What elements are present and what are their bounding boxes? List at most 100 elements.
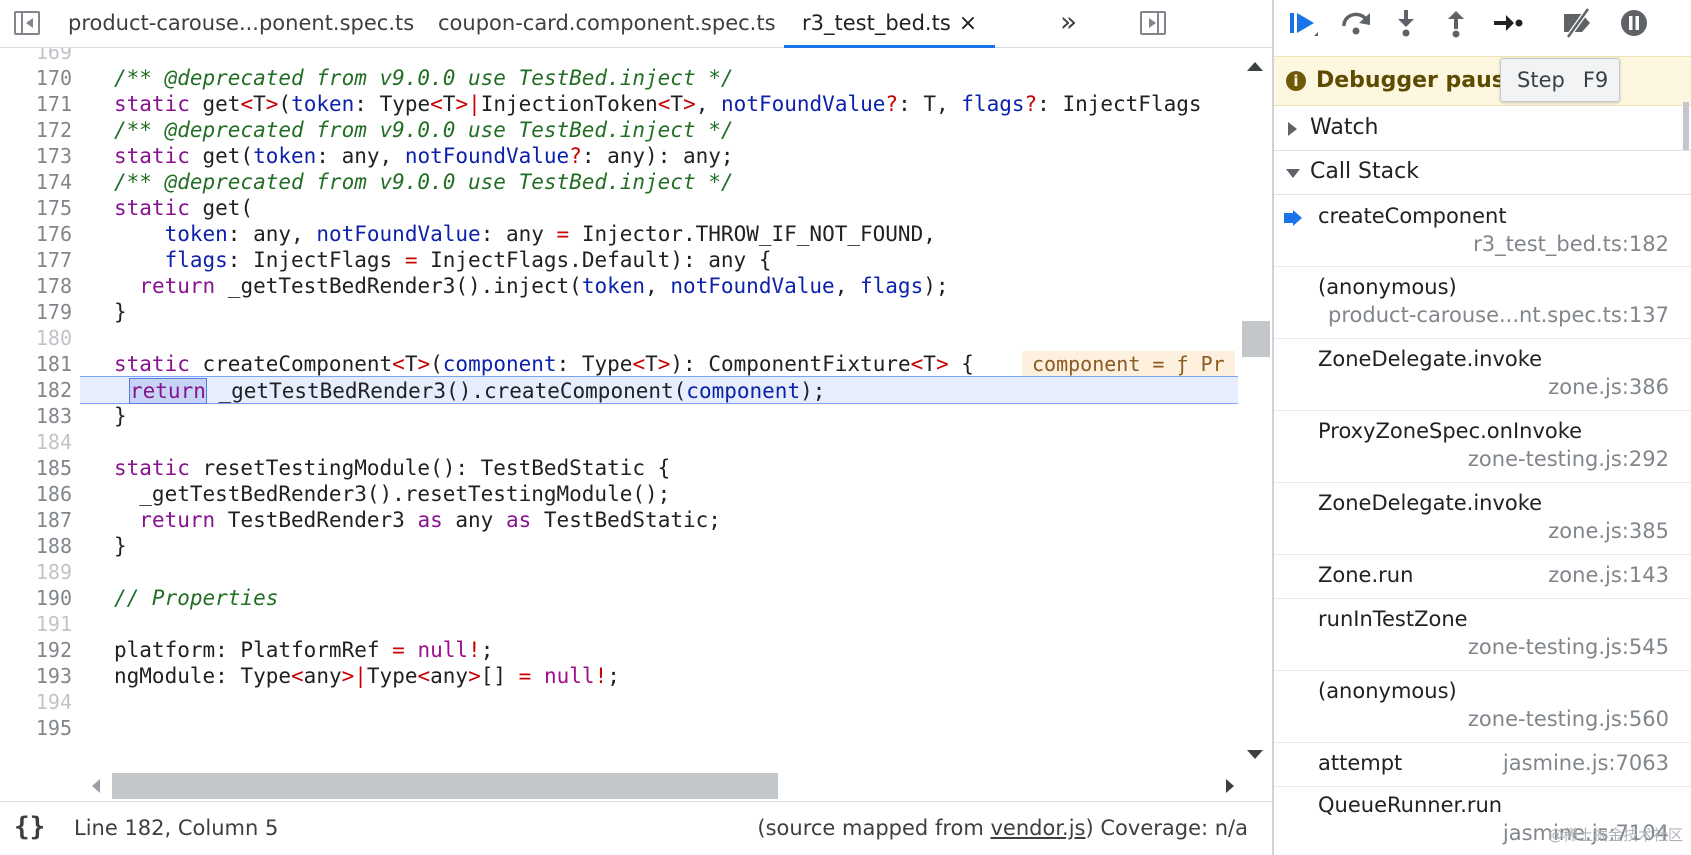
frame-function: Zone.run	[1318, 563, 1414, 587]
frame-function: ZoneDelegate.invoke	[1318, 347, 1543, 371]
pause-on-exceptions-icon[interactable]	[1614, 4, 1654, 42]
tab-coupon-card-spec[interactable]: coupon-card.component.spec.ts	[438, 0, 776, 48]
call-frame[interactable]: (anonymous) product-carouse...nt.spec.ts…	[1274, 267, 1691, 339]
expand-icon	[1288, 122, 1297, 136]
tab-product-carousel-spec[interactable]: product-carouse...ponent.spec.ts	[68, 0, 414, 48]
scroll-thumb[interactable]	[1242, 321, 1270, 357]
debugger-paused-banner: i Debugger paused	[1274, 56, 1691, 106]
horizontal-scrollbar[interactable]	[86, 771, 1238, 801]
debugger-toolbar	[1274, 0, 1691, 44]
line-number[interactable]: 174	[0, 168, 72, 196]
line-number[interactable]: 181	[0, 350, 72, 378]
line-number[interactable]: 178	[0, 272, 72, 300]
frame-location[interactable]: zone.js:386	[1548, 375, 1669, 399]
line-number[interactable]: 193	[0, 662, 72, 690]
frame-function: runInTestZone	[1318, 607, 1468, 631]
line-number[interactable]: 172	[0, 116, 72, 144]
frame-location[interactable]: jasmine.js:7063	[1503, 751, 1669, 775]
tab-label: coupon-card.component.spec.ts	[438, 11, 776, 35]
toggle-navigator-icon[interactable]	[14, 11, 40, 35]
current-execution-line: return _getTestBedRender3().createCompon…	[80, 376, 1238, 404]
more-tabs-icon[interactable]: »	[1060, 0, 1077, 48]
line-number[interactable]: 187	[0, 506, 72, 534]
frame-location[interactable]: zone-testing.js:545	[1468, 635, 1669, 659]
call-frame[interactable]: Zone.run zone.js:143	[1274, 555, 1691, 599]
scroll-thumb[interactable]	[1683, 102, 1689, 150]
frame-location[interactable]: r3_test_bed.ts:182	[1473, 232, 1669, 256]
call-frame[interactable]: runInTestZone zone-testing.js:545	[1274, 599, 1691, 671]
tab-label: r3_test_bed.ts	[802, 11, 951, 35]
scroll-right-icon[interactable]	[1226, 779, 1234, 793]
line-number[interactable]: 186	[0, 480, 72, 508]
line-number[interactable]: 183	[0, 402, 72, 430]
frame-function: (anonymous)	[1318, 679, 1457, 703]
call-frame[interactable]: createComponent r3_test_bed.ts:182	[1274, 196, 1691, 267]
code-editor[interactable]: 169 170/** @deprecated from v9.0.0 use T…	[0, 48, 1238, 771]
source-map-info: (source mapped from vendor.js) Coverage:…	[757, 816, 1248, 840]
debugger-sidebar: i Debugger paused Step F9 Watch Call Stac…	[1274, 0, 1691, 855]
tab-r3-test-bed[interactable]: r3_test_bed.ts ×	[784, 0, 996, 48]
line-number[interactable]: 171	[0, 90, 72, 118]
vertical-scrollbar[interactable]	[1238, 48, 1272, 771]
frame-function: QueueRunner.run	[1318, 793, 1503, 817]
line-number[interactable]: 173	[0, 142, 72, 170]
step-icon[interactable]	[1488, 4, 1528, 42]
line-number[interactable]: 179	[0, 298, 72, 326]
tooltip-label: Step	[1517, 68, 1565, 92]
editor-pane: product-carouse...ponent.spec.ts coupon-…	[0, 0, 1272, 855]
tab-bar: product-carouse...ponent.spec.ts coupon-…	[0, 0, 1272, 48]
sidebar-scrollbar[interactable]	[1681, 44, 1691, 855]
tooltip-shortcut: F9	[1582, 68, 1609, 92]
status-bar: {} Line 182, Column 5 (source mapped fro…	[0, 801, 1272, 855]
frame-function: createComponent	[1318, 204, 1507, 228]
watch-section-header[interactable]: Watch	[1274, 107, 1691, 151]
call-frame[interactable]: ZoneDelegate.invoke zone.js:385	[1274, 483, 1691, 555]
scroll-down-icon[interactable]	[1247, 750, 1263, 759]
call-stack-section-header[interactable]: Call Stack	[1274, 151, 1691, 195]
collapse-icon	[1286, 169, 1300, 178]
line-number[interactable]: 192	[0, 636, 72, 664]
watermark: @稀土掘金技术社区	[1547, 826, 1683, 844]
info-icon: i	[1286, 71, 1306, 91]
step-over-icon[interactable]	[1336, 4, 1376, 42]
close-icon[interactable]: ×	[959, 11, 977, 36]
source-link[interactable]: vendor.js	[990, 816, 1085, 840]
step-out-icon[interactable]	[1436, 4, 1476, 42]
tab-label: product-carouse...ponent.spec.ts	[68, 11, 415, 35]
frame-function: attempt	[1318, 751, 1403, 775]
step-tooltip: Step F9	[1500, 58, 1620, 102]
scroll-thumb[interactable]	[112, 773, 778, 799]
frame-function: ZoneDelegate.invoke	[1318, 491, 1543, 515]
frame-location[interactable]: zone-testing.js:560	[1468, 707, 1669, 731]
current-frame-arrow-icon	[1284, 210, 1302, 226]
line-number[interactable]: 170	[0, 64, 72, 92]
line-number[interactable]: 185	[0, 454, 72, 482]
deactivate-breakpoints-icon[interactable]	[1558, 4, 1598, 42]
frame-location[interactable]: zone.js:143	[1548, 563, 1669, 587]
coverage-label: Coverage: n/a	[1100, 816, 1248, 840]
line-number[interactable]: 182	[0, 376, 72, 404]
frame-location[interactable]: zone-testing.js:292	[1468, 447, 1669, 471]
scroll-left-icon[interactable]	[92, 779, 100, 793]
call-frame[interactable]: attempt jasmine.js:7063	[1274, 743, 1691, 787]
cursor-position: Line 182, Column 5	[74, 816, 279, 840]
call-frame[interactable]: ZoneDelegate.invoke zone.js:386	[1274, 339, 1691, 411]
resume-icon[interactable]	[1284, 4, 1324, 42]
frame-location[interactable]: zone.js:385	[1548, 519, 1669, 543]
frame-function: (anonymous)	[1318, 275, 1457, 299]
line-number[interactable]: 175	[0, 194, 72, 222]
line-number[interactable]: 195	[0, 714, 72, 742]
pretty-print-button[interactable]: {}	[14, 812, 45, 842]
frame-function: ProxyZoneSpec.onInvoke	[1318, 419, 1583, 443]
line-number[interactable]: 177	[0, 246, 72, 274]
call-frame[interactable]: (anonymous) zone-testing.js:560	[1274, 671, 1691, 743]
line-number[interactable]: 176	[0, 220, 72, 248]
toggle-debugger-icon[interactable]	[1140, 11, 1166, 35]
scroll-up-icon[interactable]	[1247, 62, 1263, 71]
inline-value-preview[interactable]: component = ƒ Pr	[1022, 351, 1235, 377]
line-number[interactable]: 190	[0, 584, 72, 612]
step-into-icon[interactable]	[1386, 4, 1426, 42]
line-number[interactable]: 188	[0, 532, 72, 560]
frame-location[interactable]: product-carouse...nt.spec.ts:137	[1328, 303, 1669, 327]
call-frame[interactable]: ProxyZoneSpec.onInvoke zone-testing.js:2…	[1274, 411, 1691, 483]
